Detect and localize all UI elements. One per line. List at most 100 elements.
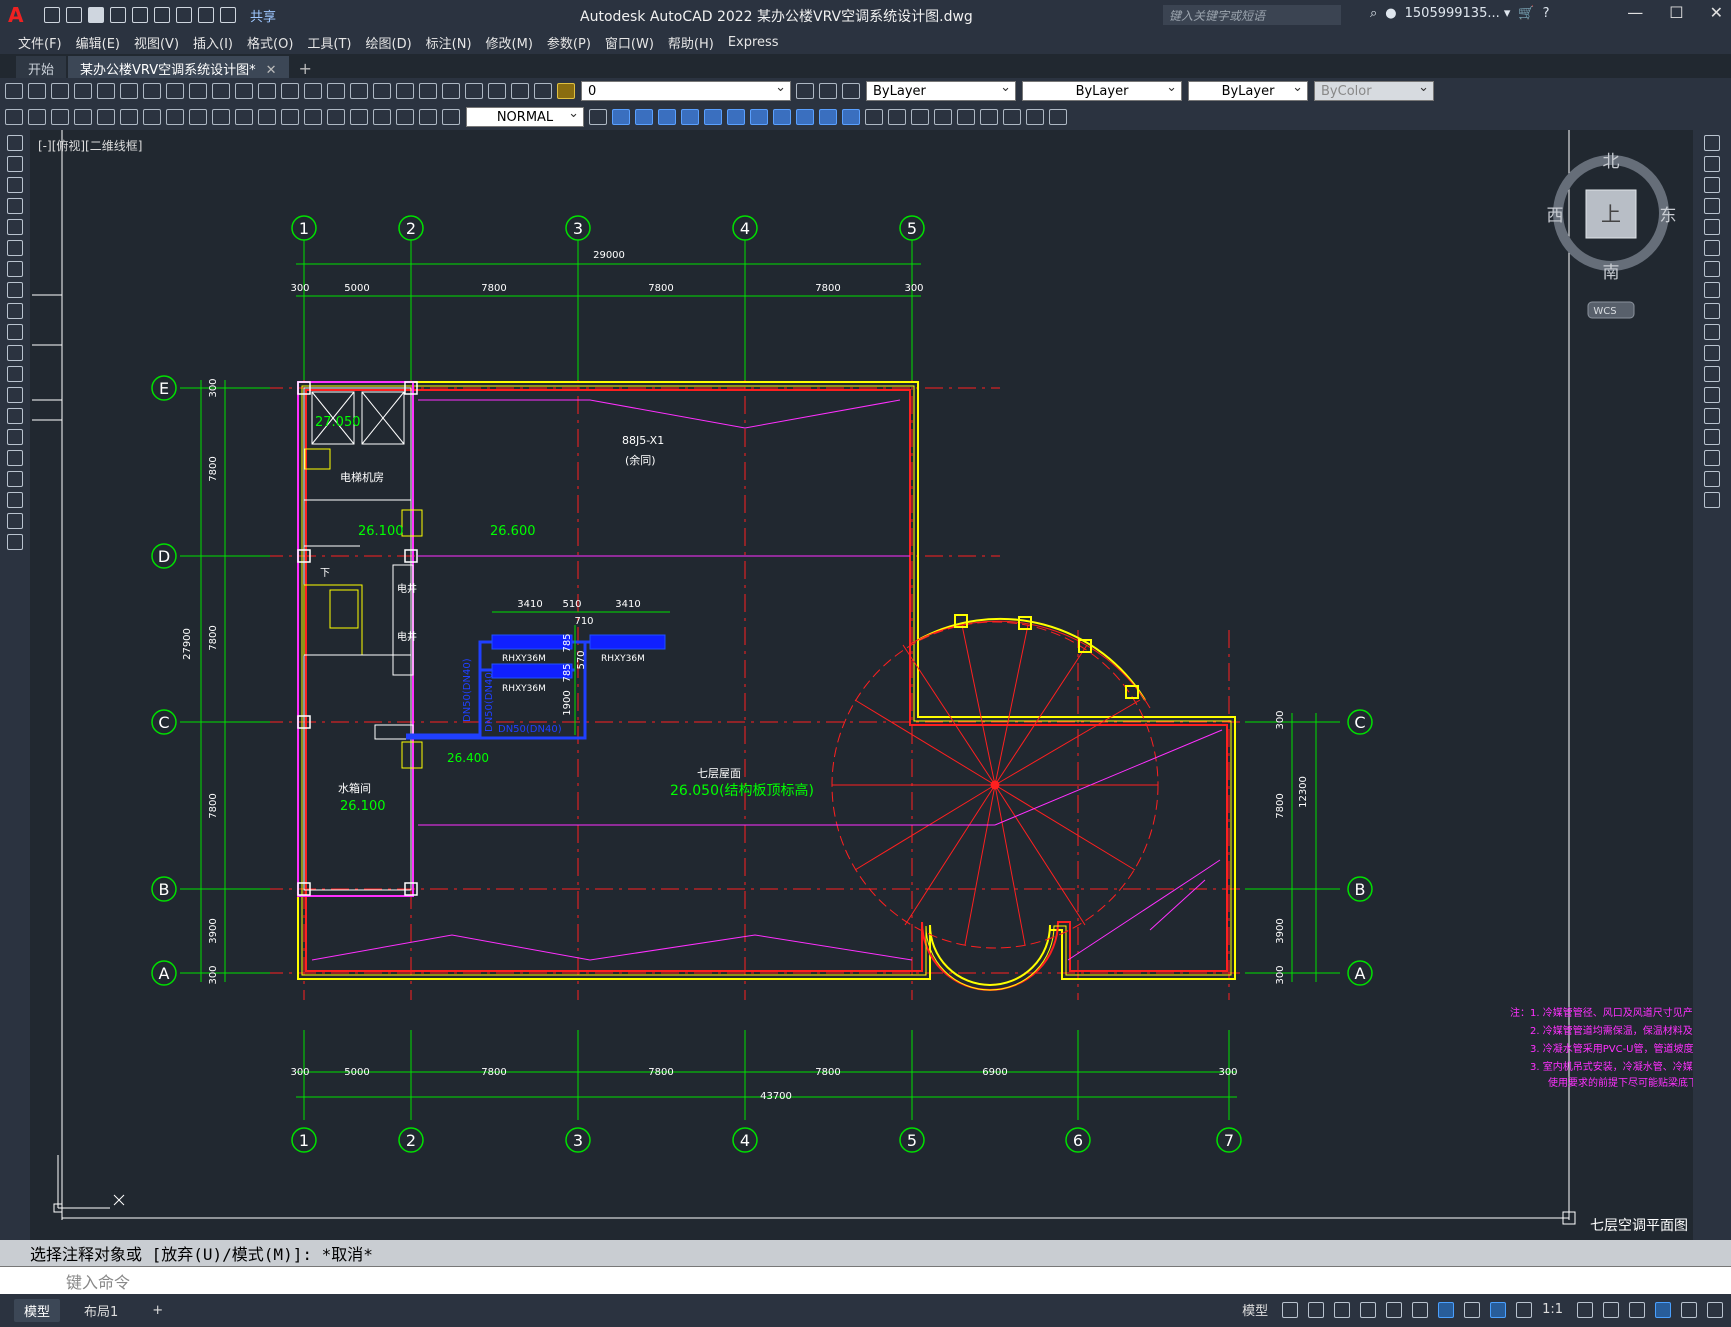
- dim-text-edit-icon[interactable]: [419, 109, 437, 125]
- design-center-icon[interactable]: [396, 83, 414, 99]
- new-icon[interactable]: [44, 7, 60, 23]
- viewcube[interactable]: 上 北 南 西 东 WCS: [1547, 152, 1677, 319]
- publish-icon[interactable]: [120, 83, 138, 99]
- add-selected-icon[interactable]: [7, 534, 23, 550]
- angular-dim-icon[interactable]: [166, 109, 184, 125]
- rectangle-icon[interactable]: [7, 219, 23, 235]
- close-tab-icon[interactable]: ✕: [266, 63, 277, 78]
- drawing-canvas[interactable]: 1 2 3 4 5 1 2 3 4 5 6 7 E D C B A C B A …: [30, 130, 1693, 1240]
- markup-icon[interactable]: [465, 83, 483, 99]
- tolerance-icon[interactable]: [304, 109, 322, 125]
- diameter-dim-icon[interactable]: [143, 109, 161, 125]
- line-icon[interactable]: [7, 135, 23, 151]
- spline-icon[interactable]: [7, 303, 23, 319]
- view-icon-1[interactable]: [865, 109, 883, 125]
- indoor-unit[interactable]: [589, 634, 666, 650]
- match-prop-icon[interactable]: [212, 83, 230, 99]
- tool-palette-icon[interactable]: [419, 83, 437, 99]
- user-name[interactable]: 1505999135... ▾: [1405, 6, 1511, 21]
- ortho-icon[interactable]: [1334, 1301, 1351, 1318]
- arc-icon[interactable]: [7, 240, 23, 256]
- search-icon[interactable]: ⌕: [1370, 6, 1377, 21]
- ellipse-arc-icon[interactable]: [7, 345, 23, 361]
- command-input[interactable]: 键入命令: [0, 1266, 1731, 1294]
- lineweight-icon[interactable]: [1464, 1301, 1481, 1318]
- grid-icon[interactable]: [1282, 1301, 1299, 1318]
- make-block-icon[interactable]: [7, 387, 23, 403]
- jogged-dim-icon[interactable]: [120, 109, 138, 125]
- menu-format[interactable]: 格式(O): [247, 33, 307, 52]
- view-icon-4[interactable]: [934, 109, 952, 125]
- erase-icon[interactable]: [1704, 135, 1720, 151]
- block-icon-2[interactable]: [635, 109, 653, 125]
- ucs-icon-2[interactable]: [704, 109, 722, 125]
- cart-icon[interactable]: 🛒: [1518, 6, 1534, 21]
- aligned-dim-icon[interactable]: [28, 109, 46, 125]
- polyline-icon[interactable]: [7, 177, 23, 193]
- table-icon[interactable]: [7, 492, 23, 508]
- save-icon[interactable]: [88, 7, 104, 23]
- layer-previous-icon[interactable]: [819, 83, 837, 99]
- dim-break-icon[interactable]: [281, 109, 299, 125]
- calculator-icon[interactable]: [488, 83, 506, 99]
- color-select[interactable]: ByLayer: [866, 80, 1016, 101]
- ucs-icon-1[interactable]: [681, 109, 699, 125]
- insert-block-icon[interactable]: [7, 366, 23, 382]
- tab-start[interactable]: 开始: [16, 56, 67, 78]
- add-layout-icon[interactable]: +: [142, 1301, 173, 1320]
- plot-icon[interactable]: [176, 7, 192, 23]
- web-save-icon[interactable]: [154, 7, 170, 23]
- menu-window[interactable]: 窗口(W): [605, 33, 668, 52]
- zoom-window-icon[interactable]: [327, 83, 345, 99]
- dim-edit-icon[interactable]: [396, 109, 414, 125]
- arc-length-icon[interactable]: [51, 109, 69, 125]
- linear-dim-icon[interactable]: [5, 109, 23, 125]
- undo-tb-icon[interactable]: [235, 83, 253, 99]
- customization-icon[interactable]: [1707, 1301, 1723, 1318]
- mtext-icon[interactable]: [7, 513, 23, 529]
- pan-icon[interactable]: [281, 83, 299, 99]
- explode-icon[interactable]: [1704, 492, 1720, 508]
- region-icon[interactable]: [7, 471, 23, 487]
- break-at-point-icon[interactable]: [1704, 366, 1720, 382]
- join-icon[interactable]: [1704, 408, 1720, 424]
- block-icon-1[interactable]: [612, 109, 630, 125]
- baseline-dim-icon[interactable]: [212, 109, 230, 125]
- share-button[interactable]: 共享: [250, 6, 276, 25]
- dim-space-icon[interactable]: [258, 109, 276, 125]
- user-icon[interactable]: ●: [1385, 6, 1396, 21]
- copy-object-icon[interactable]: [1704, 156, 1720, 172]
- viewport-controls[interactable]: [-][俯视][二维线框]: [38, 137, 142, 154]
- view-icon-9[interactable]: [1049, 109, 1067, 125]
- ucs-icon-6[interactable]: [796, 109, 814, 125]
- web-open-icon[interactable]: [132, 7, 148, 23]
- layer-state-icon[interactable]: [557, 83, 575, 99]
- menu-draw[interactable]: 绘图(D): [366, 33, 426, 52]
- menu-parametric[interactable]: 参数(P): [547, 33, 605, 52]
- hatch-icon[interactable]: [7, 429, 23, 445]
- ucs-icon-5[interactable]: [773, 109, 791, 125]
- array-icon[interactable]: [1704, 219, 1720, 235]
- trim-icon[interactable]: [1704, 324, 1720, 340]
- scale-icon[interactable]: [1704, 282, 1720, 298]
- offset-icon[interactable]: [1704, 198, 1720, 214]
- autoscale-icon[interactable]: [1516, 1301, 1533, 1318]
- layer-manager-icon[interactable]: [534, 83, 552, 99]
- linetype-select[interactable]: ByLayer: [1022, 80, 1182, 101]
- ordinate-dim-icon[interactable]: [74, 109, 92, 125]
- ucs-icon-8[interactable]: [842, 109, 860, 125]
- indoor-unit[interactable]: [491, 663, 573, 679]
- chamfer-icon[interactable]: [1704, 429, 1720, 445]
- cut-icon[interactable]: [143, 83, 161, 99]
- mirror-icon[interactable]: [1704, 177, 1720, 193]
- jogged-linear-icon[interactable]: [373, 109, 391, 125]
- lineweight-select[interactable]: ByLayer: [1188, 80, 1308, 101]
- properties-icon[interactable]: [373, 83, 391, 99]
- extend-icon[interactable]: [1704, 345, 1720, 361]
- close-icon[interactable]: ✕: [1710, 3, 1723, 22]
- workspace-gear-icon[interactable]: [1577, 1301, 1593, 1318]
- menu-file[interactable]: 文件(F): [0, 33, 76, 52]
- radius-dim-icon[interactable]: [97, 109, 115, 125]
- dim-style-icon[interactable]: [589, 109, 607, 125]
- menu-help[interactable]: 帮助(H): [668, 33, 728, 52]
